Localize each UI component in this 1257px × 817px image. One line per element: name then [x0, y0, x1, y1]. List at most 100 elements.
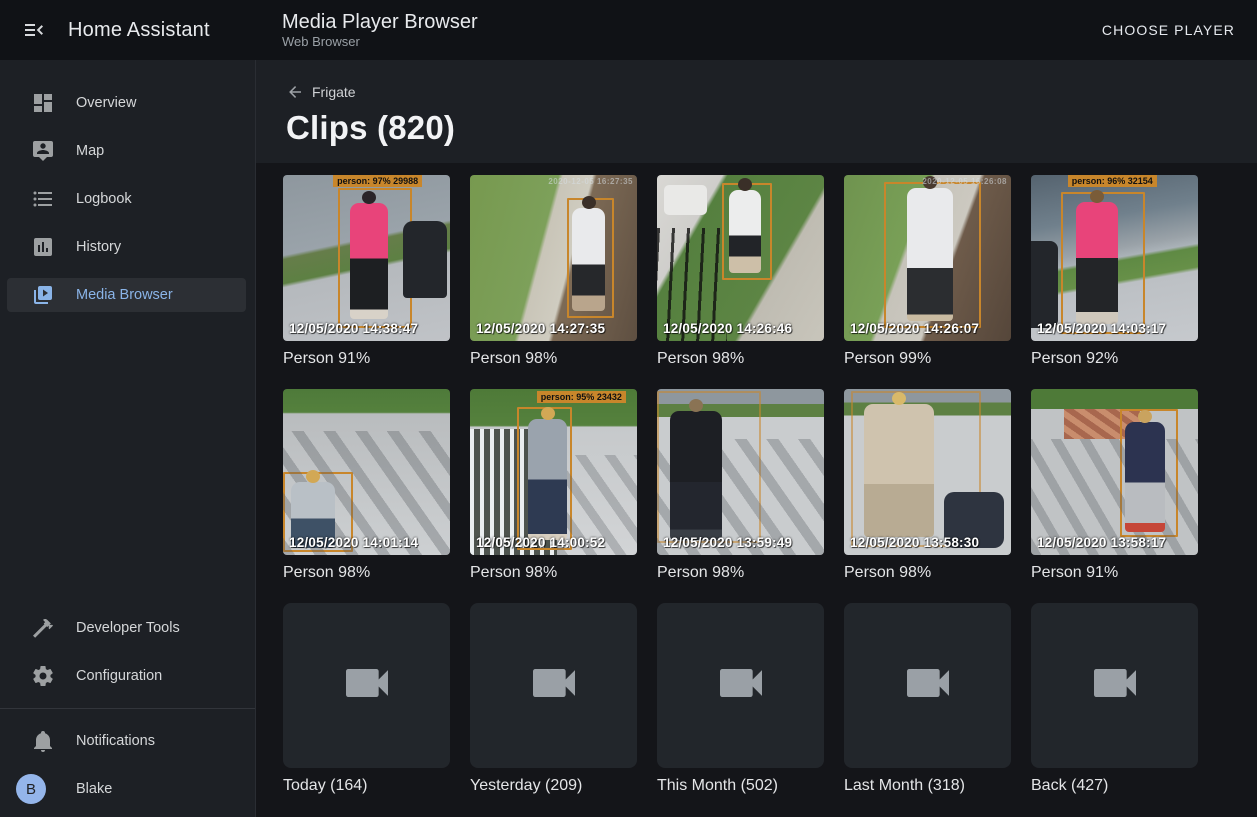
clip-timestamp: 12/05/2020 14:03:17	[1037, 321, 1166, 336]
clip-thumbnail: 12/05/2020 13:58:17	[1031, 389, 1198, 555]
breadcrumb-label: Frigate	[312, 84, 356, 100]
clip-thumbnail: person: 95% 23432 12/05/2020 14:00:52	[470, 389, 637, 555]
sidebar-item-label: History	[76, 239, 121, 255]
detection-chip: person: 96% 32154	[1068, 175, 1157, 187]
sidebar-item-notifications[interactable]: Notifications	[0, 717, 255, 765]
media-player-browser-title: Media Player Browser	[282, 10, 478, 34]
clip-card[interactable]: 12/05/2020 13:58:30 Person 98%	[844, 389, 1011, 582]
poll-box-icon	[31, 235, 55, 259]
clip-label: Person 98%	[470, 564, 637, 582]
camera-osd: 2020-12-05 16:27:35	[548, 177, 633, 186]
clip-card[interactable]: person: 97% 29988 12/05/2020 14:38:47 Pe…	[283, 175, 450, 368]
sidebar-divider	[0, 708, 255, 709]
video-camera-icon	[713, 655, 769, 716]
video-camera-icon	[900, 655, 956, 716]
app-header: Home Assistant Media Player Browser Web …	[0, 0, 1257, 60]
sidebar-item-media-browser[interactable]: Media Browser	[0, 271, 255, 319]
menu-open-icon[interactable]	[20, 16, 48, 44]
sidebar-item-history[interactable]: History	[0, 223, 255, 271]
folder-card-last-month[interactable]: Last Month (318)	[844, 603, 1011, 795]
clip-timestamp: 12/05/2020 14:26:46	[663, 321, 792, 336]
clip-thumbnail: 12/05/2020 14:26:46	[657, 175, 824, 341]
clip-label: Person 98%	[470, 350, 637, 368]
sidebar-item-logbook[interactable]: Logbook	[0, 175, 255, 223]
tooltip-account-icon	[31, 139, 55, 163]
video-camera-icon	[526, 655, 582, 716]
person-figure	[729, 190, 761, 273]
detection-chip: person: 95% 23432	[537, 391, 626, 403]
sidebar-item-label: Map	[76, 143, 104, 159]
sidebar: Overview Map Logbook History Media Brows…	[0, 60, 256, 817]
video-camera-icon	[1087, 655, 1143, 716]
clip-timestamp: 12/05/2020 14:38:47	[289, 321, 418, 336]
clip-label: Person 98%	[657, 564, 824, 582]
clip-thumbnail: 2020-12-05 16:26:08 12/05/2020 14:26:07	[844, 175, 1011, 341]
sidebar-item-label: Configuration	[76, 668, 162, 684]
sidebar-item-map[interactable]: Map	[0, 127, 255, 175]
format-list-bulleted-icon	[31, 187, 55, 211]
clip-thumbnail: 12/05/2020 13:59:49	[657, 389, 824, 555]
clip-label: Person 92%	[1031, 350, 1198, 368]
folder-tile	[470, 603, 637, 768]
person-figure	[1076, 202, 1118, 325]
clip-thumbnail: 2020-12-05 16:27:35 12/05/2020 14:27:35	[470, 175, 637, 341]
folder-tile	[283, 603, 450, 768]
clip-card[interactable]: 12/05/2020 14:01:14 Person 98%	[283, 389, 450, 582]
sidebar-header: Home Assistant	[0, 16, 256, 44]
content-header: Frigate Clips (820)	[256, 60, 1257, 163]
clip-card[interactable]: 12/05/2020 14:26:46 Person 98%	[657, 175, 824, 368]
folder-label: Back (427)	[1031, 777, 1198, 795]
hammer-icon	[31, 616, 55, 640]
clip-timestamp: 12/05/2020 14:27:35	[476, 321, 605, 336]
sidebar-item-user-blake[interactable]: B Blake	[0, 765, 255, 813]
clip-label: Person 99%	[844, 350, 1011, 368]
clip-timestamp: 12/05/2020 14:26:07	[850, 321, 979, 336]
clip-thumbnail: 12/05/2020 13:58:30	[844, 389, 1011, 555]
folder-label: This Month (502)	[657, 777, 824, 795]
clip-label: Person 91%	[1031, 564, 1198, 582]
folder-label: Today (164)	[283, 777, 450, 795]
sidebar-item-label: Notifications	[76, 733, 155, 749]
clip-label: Person 98%	[657, 350, 824, 368]
person-figure	[670, 411, 722, 540]
media-browser-content: Frigate Clips (820) person: 97% 29988 12…	[256, 60, 1257, 817]
video-camera-icon	[339, 655, 395, 716]
person-figure	[528, 419, 566, 540]
clip-card[interactable]: 12/05/2020 13:59:49 Person 98%	[657, 389, 824, 582]
clip-card[interactable]: person: 96% 32154 12/05/2020 14:03:17 Pe…	[1031, 175, 1198, 368]
arrow-left-icon	[286, 83, 304, 101]
choose-player-button[interactable]: CHOOSE PLAYER	[1092, 14, 1245, 46]
folder-card-yesterday[interactable]: Yesterday (209)	[470, 603, 637, 795]
media-player-browser-subtitle: Web Browser	[282, 34, 478, 50]
user-name: Blake	[76, 781, 112, 797]
camera-osd: 2020-12-05 16:26:08	[922, 177, 1007, 186]
sidebar-item-developer-tools[interactable]: Developer Tools	[0, 604, 255, 652]
gear-icon	[31, 664, 55, 688]
clip-card[interactable]: 2020-12-05 16:27:35 12/05/2020 14:27:35 …	[470, 175, 637, 368]
folder-card-back[interactable]: Back (427)	[1031, 603, 1198, 795]
folder-tile	[1031, 603, 1198, 768]
clip-timestamp: 12/05/2020 13:58:17	[1037, 535, 1166, 550]
person-figure	[864, 404, 934, 537]
person-figure	[572, 208, 605, 311]
clip-timestamp: 12/05/2020 14:00:52	[476, 535, 605, 550]
person-figure	[350, 203, 388, 319]
page-title: Clips (820)	[286, 109, 1227, 147]
clip-label: Person 98%	[844, 564, 1011, 582]
sidebar-item-label: Developer Tools	[76, 620, 180, 636]
bell-icon	[31, 729, 55, 753]
sidebar-item-configuration[interactable]: Configuration	[0, 652, 255, 700]
breadcrumb-back-frigate[interactable]: Frigate	[286, 83, 1227, 101]
clip-card[interactable]: 12/05/2020 13:58:17 Person 91%	[1031, 389, 1198, 582]
detection-chip: person: 97% 29988	[333, 175, 422, 187]
person-figure	[1125, 422, 1165, 532]
folder-card-this-month[interactable]: This Month (502)	[657, 603, 824, 795]
clip-card[interactable]: person: 95% 23432 12/05/2020 14:00:52 Pe…	[470, 389, 637, 582]
sidebar-item-overview[interactable]: Overview	[0, 79, 255, 127]
clip-timestamp: 12/05/2020 14:01:14	[289, 535, 418, 550]
page-heading: Media Player Browser Web Browser	[282, 10, 478, 50]
folder-card-today[interactable]: Today (164)	[283, 603, 450, 795]
sidebar-item-label: Media Browser	[76, 287, 173, 303]
clip-thumbnail: 12/05/2020 14:01:14	[283, 389, 450, 555]
clip-card[interactable]: 2020-12-05 16:26:08 12/05/2020 14:26:07 …	[844, 175, 1011, 368]
